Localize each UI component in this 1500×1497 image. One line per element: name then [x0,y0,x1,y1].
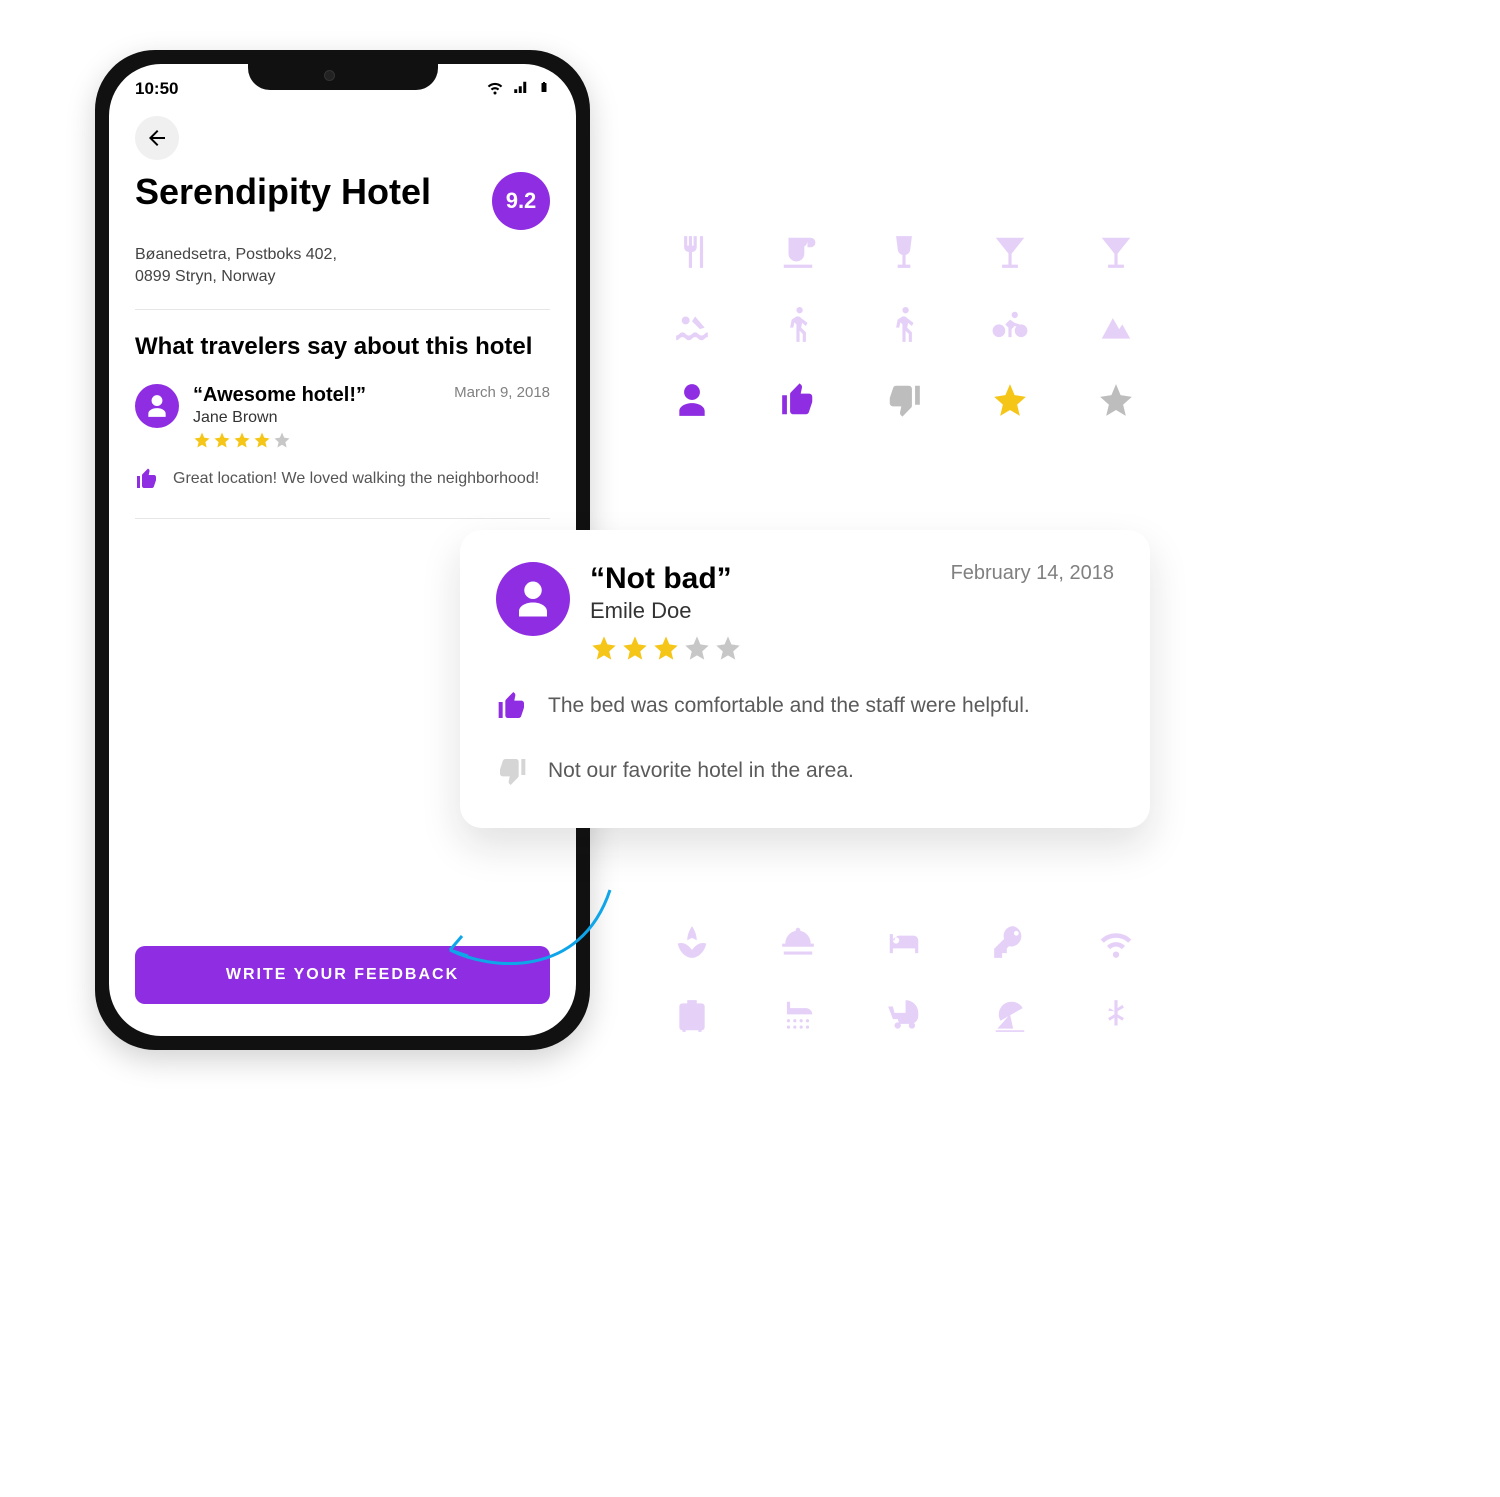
battery-icon [538,78,550,101]
review-positive-text: Great location! We loved walking the nei… [173,467,539,491]
person-icon[interactable] [670,378,714,422]
review-card-stars [590,634,931,662]
review-card-date: February 14, 2018 [951,562,1114,585]
review-card-positive: The bed was comfortable and the staff we… [548,690,1030,722]
person-icon [144,393,170,419]
address-line-1: Bøanedsetra, Postboks 402, [135,244,550,266]
back-button[interactable] [135,116,179,160]
address-line-2: 0899 Stryn, Norway [135,266,550,288]
thumbs-down-icon [496,755,528,792]
phone-notch [248,56,438,90]
review-stars [193,431,366,449]
review-card-title: “Not bad” [590,562,931,596]
divider [135,518,550,519]
thumbs-up-icon[interactable] [776,378,820,422]
key-icon [988,920,1032,964]
star-empty-icon[interactable] [1094,378,1138,422]
martini-icon [1094,230,1138,274]
icon-palette-bottom [670,920,1138,1038]
cocktail-icon [988,230,1032,274]
mountain-icon [1094,304,1138,348]
wifi-icon [1094,920,1138,964]
divider [135,309,550,310]
stroller-icon [882,994,926,1038]
thumbs-down-icon[interactable] [882,378,926,422]
person-icon [512,578,554,620]
section-title: What travelers say about this hotel [135,332,550,362]
status-time: 10:50 [135,79,178,99]
review-date: March 9, 2018 [454,384,550,401]
review-card-negative: Not our favorite hotel in the area. [548,755,854,787]
thumbs-up-icon [496,690,528,727]
luggage-icon [670,994,714,1038]
swim-icon [670,304,714,348]
back-arrow-icon [145,126,169,150]
thumbs-up-icon [135,467,159,496]
hotel-address: Bøanedsetra, Postboks 402, 0899 Stryn, N… [135,244,550,287]
icon-palette-top [670,230,1138,422]
review-card-author: Emile Doe [590,598,931,624]
avatar [135,384,179,428]
score-badge: 9.2 [492,172,550,230]
restaurant-icon [670,230,714,274]
bed-icon [882,920,926,964]
hotel-name: Serendipity Hotel [135,172,431,212]
walk-icon [776,304,820,348]
review-item: “Awesome hotel!” Jane Brown March 9, 201… [135,384,550,496]
shower-icon [776,994,820,1038]
review-author: Jane Brown [193,409,366,427]
wine-icon [882,230,926,274]
avatar [496,562,570,636]
star-filled-icon[interactable] [988,378,1032,422]
concierge-icon [776,920,820,964]
review-card: “Not bad” Emile Doe February 14, 2018 Th… [460,530,1150,828]
hike-icon [882,304,926,348]
beach-icon [988,994,1032,1038]
coffee-icon [776,230,820,274]
bike-icon [988,304,1032,348]
signal-icon [512,78,530,101]
snowflake-icon [1094,994,1138,1038]
review-title: “Awesome hotel!” [193,384,366,407]
spa-icon [670,920,714,964]
wifi-icon [486,78,504,101]
write-feedback-button[interactable]: WRITE YOUR FEEDBACK [135,946,550,1004]
